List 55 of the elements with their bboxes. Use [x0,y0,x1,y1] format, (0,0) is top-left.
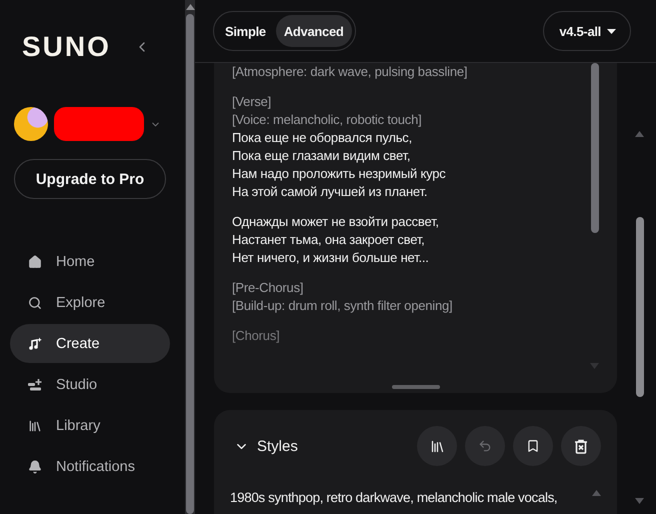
lyrics-line: Однажды может не взойти рассвет, [232,213,440,231]
nav-label: Studio [56,376,98,392]
lyrics-tag: [Voice: melancholic, robotic touch] [232,111,582,129]
home-icon [28,254,42,268]
nav-item[interactable]: Studio [10,365,170,404]
lyrics-line: Пока еще глазами видим свет, [232,147,412,165]
scrollbar-thumb[interactable] [186,14,194,514]
nav-label: Library [56,418,100,434]
trash-icon [574,438,588,454]
nav-label: Home [56,254,95,270]
styles-toggle[interactable]: Styles [230,438,298,454]
lyrics-tag: [Verse] [232,93,582,111]
lyrics-tag: [Build-up: drum roll, synth filter opening] [232,297,582,315]
scroll-down-icon[interactable] [635,498,644,504]
styles-text[interactable]: 1980s synthpop, retro darkwave, melancholic male vocals, [230,490,558,505]
bookmark-button[interactable] [513,426,553,466]
logo[interactable]: SUNO [22,31,111,63]
library-icon [28,418,42,432]
search-icon [28,296,42,310]
nav-label: Explore [56,294,106,310]
scrollbar-thumb[interactable] [636,217,644,397]
nav-item[interactable]: Explore [10,283,170,322]
scroll-up-icon[interactable] [592,490,601,496]
resize-handle[interactable] [392,385,440,389]
lyrics-tag: [Atmosphere: dark wave, pulsing bassline] [232,63,582,81]
lyrics-tag: [Chorus] [232,327,582,345]
model-select[interactable]: v4.5-all [543,11,631,51]
upgrade-button[interactable]: Upgrade to Pro [14,159,166,199]
undo-icon [478,439,492,453]
nav-label: Create [56,336,100,352]
avatar[interactable] [14,107,48,141]
mode-tab[interactable]: Advanced [276,15,352,47]
nav-item[interactable]: Create [10,324,170,363]
bell-icon [28,460,42,474]
nav-label: Notifications [56,458,135,474]
music-note-sparkle-icon [28,336,42,350]
library-icon [430,438,444,454]
nav-item[interactable]: Home [10,242,170,281]
bookmark-icon [526,439,540,453]
scroll-up-icon[interactable] [186,4,194,10]
lyrics-tag: [Pre-Chorus] [232,279,582,297]
scroll-up-icon[interactable] [635,131,644,137]
nav-item[interactable]: Notifications [10,447,170,486]
lyrics-line: Нет ничего, и жизни больше нет... [232,249,430,267]
mode-tab[interactable]: Simple [217,15,274,47]
nav-item[interactable]: Library [10,406,170,445]
lyrics-line: На этой самой лучшей из планет. [232,183,428,201]
tracks-plus-icon [28,378,42,392]
caret-icon [607,28,616,34]
lyrics-line: Пока еще не оборвался пульс, [232,129,414,147]
delete-button[interactable] [561,426,601,466]
scrollbar-thumb[interactable] [590,63,598,233]
lyrics-line: Нам надо проложить незримый курс [232,165,447,183]
lyrics-line: Настанет тьма, она закроет свет, [232,231,426,249]
library-button[interactable] [417,426,457,466]
